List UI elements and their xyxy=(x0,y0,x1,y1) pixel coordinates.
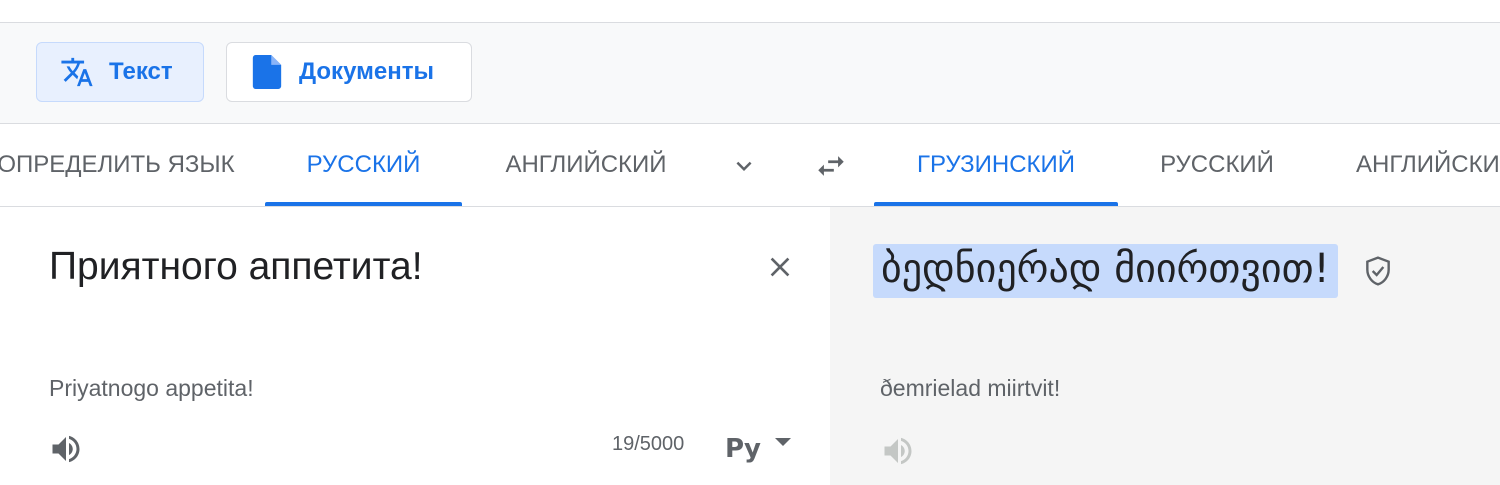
tab-source-russian[interactable]: РУССКИЙ xyxy=(265,124,462,206)
tab-detect-language[interactable]: ОПРЕДЕЛИТЬ ЯЗЫК xyxy=(0,124,240,206)
source-transliteration: Priyatnogo appetita! xyxy=(49,375,254,401)
language-bar: ОПРЕДЕЛИТЬ ЯЗЫК РУССКИЙ АНГЛИЙСКИЙ ГРУЗИ… xyxy=(0,124,1500,207)
target-transliteration: ðemrielad miirtvit! xyxy=(880,375,1061,401)
character-counter: 19/5000 xyxy=(612,433,685,455)
tab-target-english[interactable]: АНГЛИЙСКИЙ xyxy=(1340,124,1500,206)
tab-target-georgian[interactable]: ГРУЗИНСКИЙ xyxy=(874,124,1118,206)
translation-output: ბედნიერად მიირთვით! xyxy=(873,244,1338,298)
source-input[interactable]: Приятного аппетита! xyxy=(49,245,423,289)
close-icon[interactable] xyxy=(760,247,800,287)
source-panel: Приятного аппетита! Priyatnogo appetita!… xyxy=(0,207,830,485)
input-tools-button[interactable]: Ру xyxy=(716,429,800,469)
speaker-icon[interactable] xyxy=(878,431,918,471)
translate-icon xyxy=(57,52,97,92)
document-icon xyxy=(247,52,287,92)
caret-down-icon xyxy=(775,435,791,453)
shield-check-icon[interactable] xyxy=(1358,251,1398,291)
swap-icon[interactable] xyxy=(808,143,854,189)
chevron-down-icon[interactable] xyxy=(722,144,766,188)
mode-toolbar: Текст Документы xyxy=(0,23,1500,124)
speaker-icon[interactable] xyxy=(46,429,86,469)
documents-mode-label: Документы xyxy=(299,58,434,85)
tab-target-russian[interactable]: РУССКИЙ xyxy=(1140,124,1294,206)
input-tool-label: Ру xyxy=(724,434,761,464)
documents-mode-button[interactable]: Документы xyxy=(226,42,472,102)
text-mode-label: Текст xyxy=(109,58,173,85)
target-panel: ბედნიერად მიირთვით! ðemrielad miirtvit! xyxy=(830,207,1500,485)
text-mode-button[interactable]: Текст xyxy=(36,42,204,102)
tab-source-english[interactable]: АНГЛИЙСКИЙ xyxy=(486,124,686,206)
